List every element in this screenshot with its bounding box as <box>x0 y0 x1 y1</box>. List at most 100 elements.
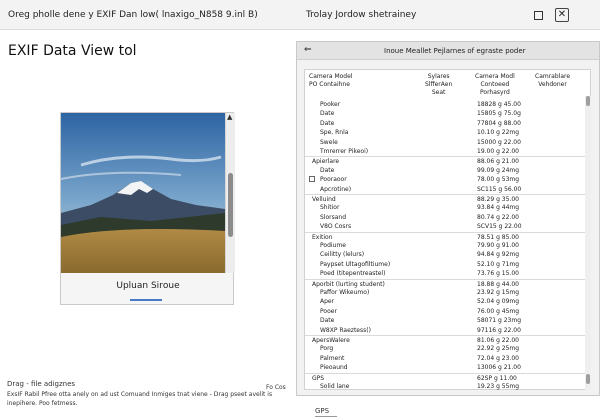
status-right-label: Fo Cos <box>266 384 286 391</box>
table-row[interactable]: Podiume 79.90 g 91.00 <box>305 241 589 250</box>
table-row[interactable]: Shitior 93.84 g 44mg <box>305 203 589 212</box>
image-scroll-thumb[interactable] <box>228 173 233 237</box>
row-label: V8O Cosrs <box>320 223 352 231</box>
column-header[interactable]: Sylares SlfferAen Seat <box>425 73 452 97</box>
row-value: 76.00 g 45mg <box>477 307 520 315</box>
row-label: Pooraoor <box>320 176 347 184</box>
maximize-icon[interactable] <box>531 8 545 22</box>
column-header[interactable]: Camera Modl Contoeed Porhasyrd <box>475 73 515 97</box>
row-label: Date <box>320 110 335 118</box>
table-row[interactable]: Palment 72.04 g 23.00 <box>305 354 589 363</box>
row-value: 10.10 g 22mg <box>477 129 520 137</box>
window-titlebar: Oreg pholle dene y EXIF Dan low( lnaxigo… <box>0 0 600 30</box>
row-label: Solid lane <box>320 383 350 390</box>
column-header[interactable]: Camera Model PO Contaihne <box>309 73 352 89</box>
table-row[interactable]: Aper 52.04 g 09mg <box>305 297 589 306</box>
table-row[interactable]: Solid lane 19.23 g 55mg <box>305 382 589 391</box>
row-value: 23.92 g 15mg <box>477 289 520 296</box>
panel-header[interactable]: ⇐ Inoue Meallet Pejlarnes of egraste pod… <box>297 42 599 60</box>
app-title: EXIF Data View tol <box>8 43 137 59</box>
row-checkbox[interactable] <box>309 176 315 183</box>
window-title: Oreg pholle dene y EXIF Dan low( lnaxigo… <box>8 10 258 20</box>
drag-handle-icon[interactable]: ⇐ <box>304 45 312 55</box>
table-row[interactable]: W8XP Raeztess() 97116 g 22.00 <box>305 326 589 335</box>
row-label: Apcrotine) <box>320 185 352 193</box>
table-row[interactable]: V8O Cosrs SCV15 g 22.00 <box>305 222 589 231</box>
row-value: 19.00 g 22.00 <box>477 148 519 155</box>
row-label: Paffor Wikeumo) <box>320 289 370 296</box>
row-value: 77804 g 88.00 <box>477 119 521 127</box>
row-label: Date <box>320 166 335 174</box>
scroll-up-icon[interactable]: ▲ <box>227 113 232 121</box>
status-line-2: ExsIF Rabil Pfree otta anely on ad ust C… <box>7 391 273 407</box>
table-scroll-thumb[interactable] <box>586 96 590 106</box>
row-label: Palment <box>320 354 345 362</box>
row-label: Pieoaund <box>320 364 348 372</box>
table-row[interactable]: Apierlare 88.06 g 21.00 <box>305 156 589 165</box>
caption-accent-bar <box>130 299 162 301</box>
table-row[interactable]: ApersWalere 81.06 g 22.00 <box>305 335 589 344</box>
table-row[interactable]: Date 15805 g 75.0g <box>305 109 589 118</box>
table-row[interactable]: Date 99.09 g 24mg <box>305 166 589 175</box>
row-value: 19.23 g 55mg <box>477 383 520 390</box>
row-label: Porg <box>320 345 334 353</box>
column-header[interactable]: Camrablare Vehdoner <box>535 73 570 89</box>
row-value: 78.00 g 53mg <box>477 176 520 184</box>
table-row[interactable]: Tmrerrer Pikeoi) 19.00 g 22.00 <box>305 147 589 156</box>
table-row[interactable]: Ceilitty (lelurs) 94.84 g 92mg <box>305 250 589 259</box>
row-label: Swele <box>320 138 338 146</box>
exif-table: Camera Model PO Contaihne Sylares Slffer… <box>304 69 591 417</box>
row-value: 93.84 g 44mg <box>477 204 520 212</box>
tab-gps[interactable]: GPS <box>315 407 337 417</box>
row-label: Podiume <box>320 242 346 249</box>
row-value: 22.92 g 25mg <box>477 345 520 353</box>
row-label: Shitior <box>320 204 340 212</box>
row-value: 52.04 g 09mg <box>477 298 520 306</box>
exif-panel: ⇐ Inoue Meallet Pejlarnes of egraste pod… <box>296 41 600 417</box>
row-value: 15805 g 75.0g <box>477 110 521 118</box>
row-label: Pooker <box>320 101 341 108</box>
table-row[interactable]: Slorsand 80.74 g 22.00 <box>305 213 589 222</box>
table-row[interactable]: Exition 78.51 g 85.00 <box>305 231 589 241</box>
window-center-label: Trolay Jordow shetrainey <box>306 10 417 20</box>
table-row[interactable]: Date 58071 g 23mg <box>305 316 589 325</box>
row-label: Spe, Rnla <box>320 129 349 137</box>
row-label: Date <box>320 119 335 127</box>
table-scrollbar[interactable] <box>585 96 591 390</box>
table-row[interactable]: Aporbit (lurting student) 18.88 g 44.00 <box>305 278 589 288</box>
row-label: Tmrerrer Pikeoi) <box>320 148 369 155</box>
image-preview-card[interactable]: ▲ Upluan Sirоue <box>60 112 235 305</box>
table-row[interactable]: Porg 22.92 g 25mg <box>305 344 589 353</box>
row-value: 13006 g 21.00 <box>477 364 521 372</box>
table-row[interactable]: GPS 62SP g 11.00 <box>305 372 589 382</box>
row-value: 94.84 g 92mg <box>477 251 520 259</box>
table-row[interactable]: Pooer 76.00 g 45mg <box>305 307 589 316</box>
table-row[interactable]: Date 77804 g 88.00 <box>305 119 589 128</box>
table-row[interactable]: Pooraoor 78.00 g 53mg <box>305 175 589 184</box>
row-value: SC115 g 56.00 <box>477 185 522 193</box>
image-caption: Upluan Sirоue <box>116 281 180 291</box>
close-icon[interactable] <box>555 8 569 22</box>
row-value: SCV15 g 22.00 <box>477 223 522 231</box>
table-row[interactable]: Pooker 18828 g 45.00 <box>305 100 589 109</box>
row-label: Pooer <box>320 307 337 315</box>
row-value: 97116 g 22.00 <box>477 326 521 334</box>
table-row[interactable]: Swele 15000 g 22.00 <box>305 138 589 147</box>
table-row[interactable]: Spe, Rnla 10.10 g 22mg <box>305 128 589 137</box>
table-row[interactable]: Paffor Wikeumo) 23.92 g 15mg <box>305 288 589 297</box>
panel-title: Inoue Meallet Pejlarnes of egraste poder <box>384 47 526 55</box>
row-value: 99.09 g 24mg <box>477 166 520 174</box>
landscape-photo <box>61 113 225 273</box>
row-value: 80.74 g 22.00 <box>477 213 519 221</box>
table-row[interactable]: Pieoaund 13006 g 21.00 <box>305 363 589 372</box>
row-label: Paypset Ultagofiltiume) <box>320 260 391 268</box>
row-label: Ceilitty (lelurs) <box>320 251 365 259</box>
table-row[interactable]: Velluind 88.29 g 35.00 <box>305 194 589 203</box>
row-label: Poed (titepentreastel) <box>320 270 386 278</box>
table-row[interactable]: Apcrotine) SC115 g 56.00 <box>305 185 589 194</box>
table-row[interactable]: Paypset Ultagofiltiume) 52.10 g 71mg <box>305 260 589 269</box>
image-scrollbar[interactable]: ▲ <box>225 113 235 273</box>
row-label: Slorsand <box>320 213 347 221</box>
table-row[interactable]: Poed (titepentreastel) 73.76 g 15.00 <box>305 269 589 278</box>
table-scroll-thumb-bottom[interactable] <box>586 374 590 384</box>
